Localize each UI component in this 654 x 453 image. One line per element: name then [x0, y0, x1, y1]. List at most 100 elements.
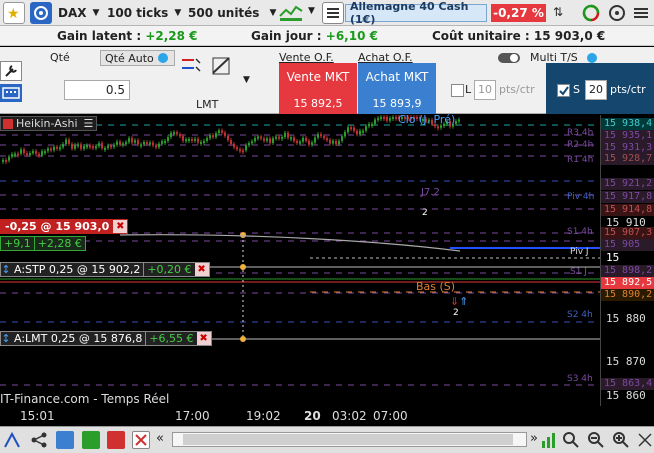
candle-body — [380, 117, 382, 119]
limit-order-pnl: +6,55 € — [145, 332, 196, 345]
candle-body — [128, 138, 130, 143]
scroll-left-icon[interactable]: « — [156, 431, 164, 446]
stop-order-tag[interactable]: ↕ A:STP 0,25 @ 15 902,2 +0,20 € ✖ — [0, 262, 210, 277]
qty-auto-button[interactable]: Qté Auto — [100, 50, 175, 66]
candle-body — [314, 137, 316, 143]
candle-body — [77, 144, 79, 147]
expand-icon[interactable] — [636, 431, 654, 449]
qty-input[interactable]: 0.5 — [64, 80, 130, 100]
close-icon[interactable]: ✖ — [113, 220, 128, 233]
price-label: 15 907,3 — [601, 227, 654, 239]
candle-body — [197, 138, 199, 143]
stop-input[interactable]: 20 — [585, 80, 607, 100]
zoom-fit-icon[interactable] — [562, 431, 580, 449]
close-icon[interactable]: ✖ — [196, 332, 211, 345]
price-chart[interactable]: Heikin-Ashi ☰ Clo (J. Pré) -0,25 @ 15 90… — [0, 113, 654, 406]
candle-body — [65, 139, 67, 145]
share-icon[interactable] — [30, 431, 48, 449]
candle-body — [302, 137, 304, 142]
alert-icon[interactable] — [107, 431, 125, 449]
candle-body — [329, 139, 331, 144]
chevron-down-icon[interactable]: ▼ — [308, 6, 315, 16]
candle-body — [110, 145, 112, 148]
arrows-icon[interactable]: ⇅ — [552, 2, 574, 24]
candles-area[interactable] — [0, 115, 600, 406]
sell-mkt-button[interactable]: Vente MKT 15 892,5 — [279, 63, 357, 114]
chevron-down-icon: ▼ — [174, 8, 182, 18]
candle-body — [71, 143, 73, 149]
candle-body — [350, 127, 352, 130]
time-axis[interactable]: 15:01 17:00 19:02 20 03:02 07:00 — [0, 406, 654, 426]
scroll-right-icon[interactable]: » — [530, 431, 538, 446]
chevron-down-icon: ▼ — [269, 8, 277, 18]
trendline-icon[interactable] — [210, 55, 232, 77]
draw-tool-icon[interactable] — [3, 431, 21, 449]
limit-input[interactable]: 10 — [474, 80, 496, 100]
message-icon[interactable] — [56, 431, 74, 449]
position-tag[interactable]: -0,25 @ 15 903,0 ✖ — [0, 219, 129, 234]
instrument-label: DAX — [58, 6, 87, 20]
drag-handle-icon[interactable]: ↕ — [1, 332, 11, 345]
units-selector[interactable]: 500 unités ▼ — [188, 3, 276, 23]
list-icon[interactable]: ☰ — [84, 117, 94, 130]
multi-ts-toggle[interactable] — [498, 53, 520, 63]
candle-body — [326, 138, 328, 141]
limit-order-tag[interactable]: ↕ A:LMT 0,25 @ 15 876,8 +6,55 € ✖ — [0, 331, 212, 346]
bar-chart-icon[interactable] — [540, 431, 558, 449]
ticks-selector[interactable]: 100 ticks ▼ — [107, 3, 181, 23]
chart-style-icon[interactable] — [278, 2, 304, 24]
settings-gear-icon[interactable] — [30, 2, 52, 24]
candle-body — [347, 127, 349, 133]
current-price-label: 15 892,5 — [601, 277, 654, 289]
chart-type-selector[interactable]: Heikin-Ashi ☰ — [0, 116, 98, 131]
refresh-icon[interactable] — [580, 2, 602, 24]
scroll-thumb[interactable] — [183, 434, 513, 445]
wrench-icon[interactable] — [0, 61, 22, 81]
svg-text:★: ★ — [7, 6, 20, 22]
zoom-out-icon[interactable] — [587, 431, 605, 449]
candle-body — [389, 118, 391, 121]
candle-body — [137, 140, 139, 145]
candle-body — [383, 117, 385, 119]
favorite-star-icon[interactable]: ★ — [3, 2, 25, 24]
candle-body — [14, 153, 16, 156]
zoom-in-icon[interactable] — [612, 431, 630, 449]
candle-body — [299, 141, 301, 144]
candle-body — [248, 143, 250, 146]
chevron-down-icon[interactable]: ▼ — [243, 75, 250, 85]
gear-icon[interactable] — [606, 2, 628, 24]
candle-body — [362, 130, 364, 133]
list-icon[interactable] — [322, 2, 344, 24]
keyboard-icon[interactable] — [0, 84, 22, 102]
limit-checkbox[interactable] — [451, 84, 464, 97]
candle-body — [113, 144, 115, 147]
pivot-day: Piv J — [570, 247, 589, 257]
candle-body — [230, 140, 232, 144]
stop-checkbox[interactable] — [557, 84, 570, 97]
candle-body — [38, 153, 40, 156]
table-icon[interactable] — [82, 431, 100, 449]
close-icon[interactable]: ✖ — [194, 263, 209, 276]
sell-mkt-label: Vente MKT — [286, 70, 350, 84]
candle-body — [29, 153, 31, 156]
buy-mkt-button[interactable]: Achat MKT 15 893,9 — [358, 63, 436, 114]
candle-body — [44, 151, 46, 154]
pivot-s2: S2 4h — [567, 310, 593, 320]
candle-body — [203, 140, 205, 143]
order-type-icon[interactable] — [180, 55, 202, 77]
position-pnl-tag: +9,1 +2,28 € — [0, 236, 86, 251]
clear-icon[interactable] — [132, 431, 150, 449]
menu-icon[interactable] — [630, 2, 652, 24]
instrument-selector[interactable]: DAX ▼ — [58, 3, 99, 23]
scroll-track[interactable] — [172, 432, 527, 447]
candle-body — [395, 117, 397, 119]
candle-body — [143, 141, 145, 145]
buy-price: 15 893,9 — [372, 97, 422, 110]
drag-handle-icon[interactable]: ↕ — [1, 263, 11, 276]
pivot-r1: R1 4h — [567, 155, 594, 165]
market-name[interactable]: Allemagne 40 Cash (1€) — [345, 0, 487, 26]
candle-body — [242, 150, 244, 153]
candle-body — [83, 145, 85, 149]
candle-body — [35, 151, 37, 154]
candle-body — [257, 136, 259, 139]
